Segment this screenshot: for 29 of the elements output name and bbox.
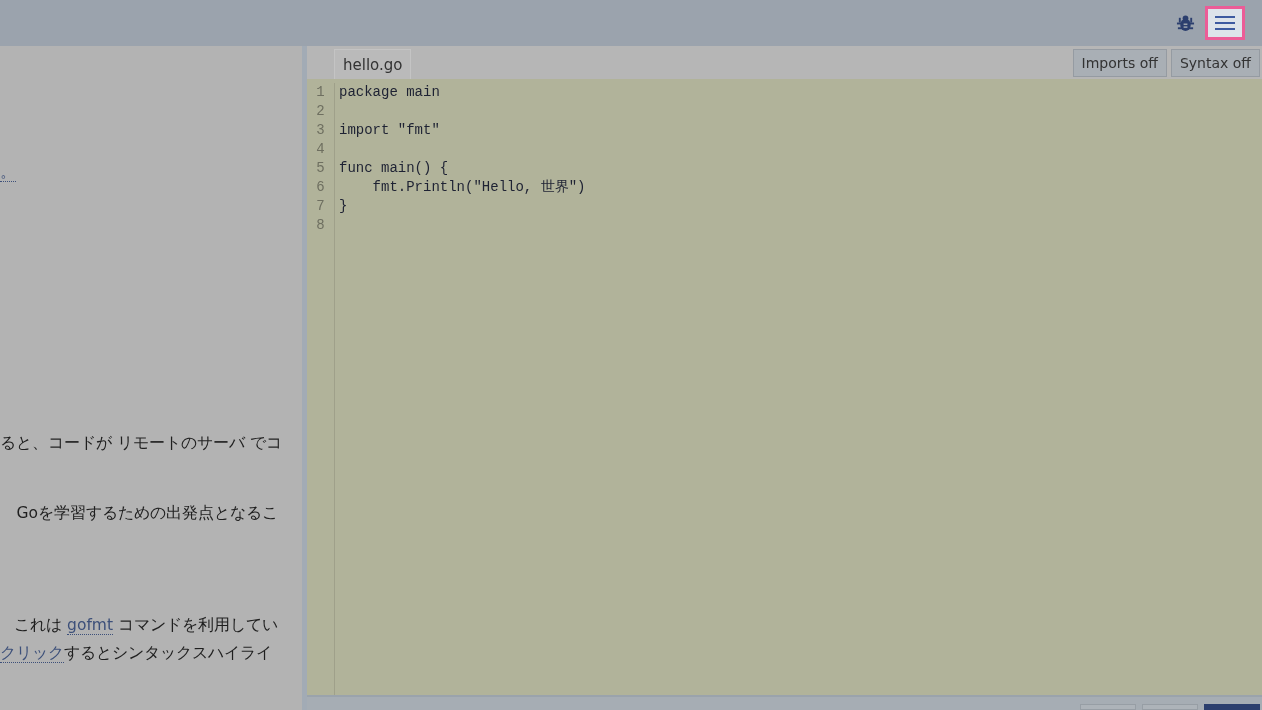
- code-line: }: [339, 198, 348, 214]
- code-line: import "fmt": [339, 122, 440, 138]
- line-number: 6: [315, 178, 326, 197]
- line-number: 2: [315, 102, 326, 121]
- bug-icon[interactable]: [1176, 13, 1195, 33]
- line-number: 1: [315, 83, 326, 102]
- toggle-button[interactable]: Imports off: [1072, 48, 1167, 77]
- footer-button[interactable]: [1204, 704, 1260, 710]
- line-number: 8: [315, 216, 326, 235]
- line-number: 7: [315, 197, 326, 216]
- paragraph-text: これは: [14, 616, 64, 634]
- menu-icon: [1215, 16, 1235, 30]
- file-tab[interactable]: hello.go: [334, 49, 412, 79]
- text-link[interactable]: クリック: [0, 644, 64, 663]
- text-link[interactable]: 。: [0, 163, 16, 182]
- line-number: 4: [315, 140, 326, 159]
- code-line: package main: [339, 84, 440, 100]
- line-number: 3: [315, 121, 326, 140]
- paragraph-text: するとシンタックスハイライ: [64, 644, 272, 662]
- code-line: fmt.Println("Hello, 世界"): [371, 179, 586, 195]
- code-editor[interactable]: 1 2 3 4 5 6 7 8 package main import "fmt" func main() { fmt.Println("Hello, 世界") }: [307, 79, 1262, 695]
- menu-button[interactable]: [1205, 6, 1245, 40]
- paragraph-text: ると、コードが リモートのサーバ でコ: [0, 434, 282, 452]
- line-number: 5: [315, 159, 326, 178]
- paragraph-text: コマンドを利用してい: [117, 616, 278, 634]
- toggle-button[interactable]: Syntax off: [1170, 48, 1260, 77]
- text-link[interactable]: gofmt: [67, 616, 114, 635]
- code-line: func main() {: [339, 160, 449, 176]
- paragraph-text: Goを学習するための出発点となるこ: [16, 504, 278, 522]
